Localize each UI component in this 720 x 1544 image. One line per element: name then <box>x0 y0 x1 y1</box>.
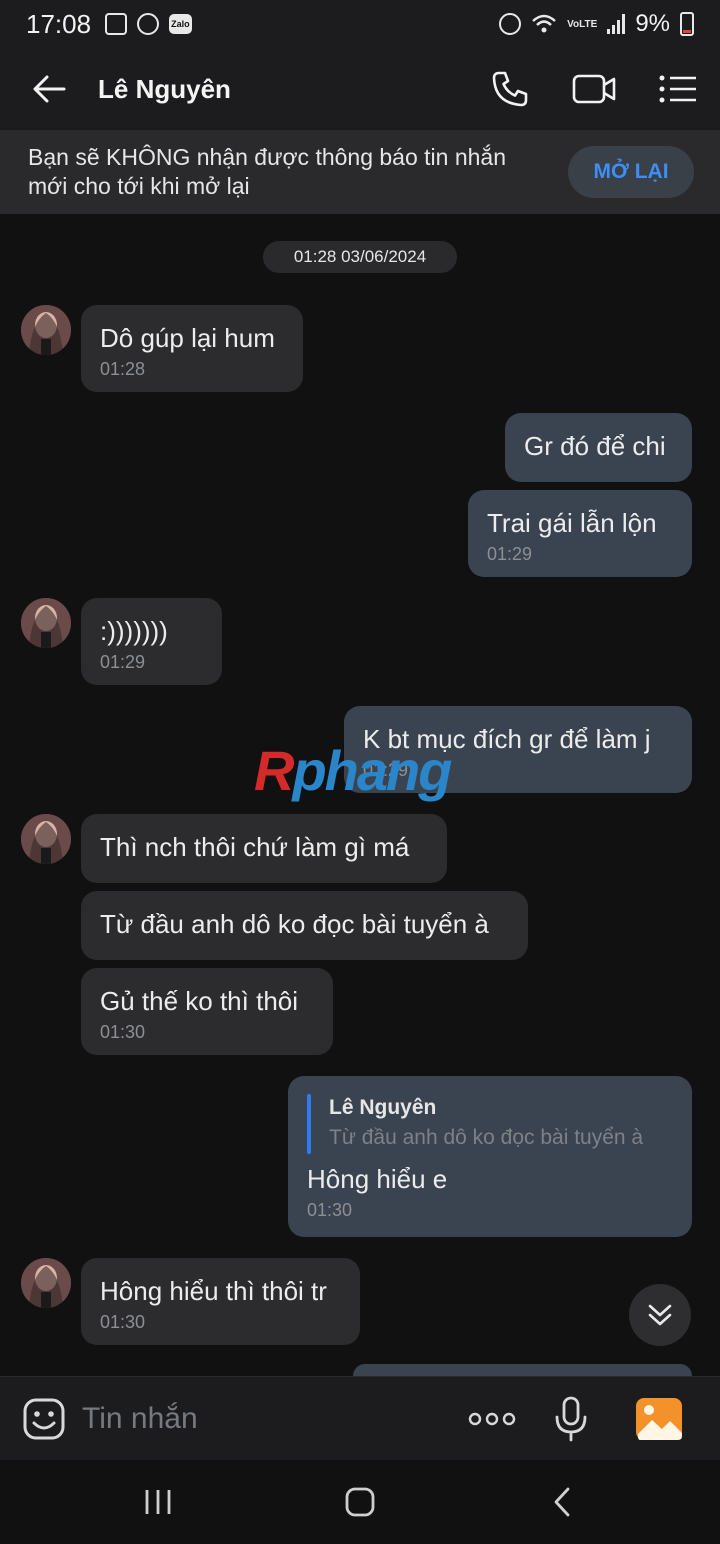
date-separator: 01:28 03/06/2024 <box>263 241 457 273</box>
signal-icon <box>607 14 626 34</box>
muted-notice-text: Bạn sẽ KHÔNG nhận được thông báo tin nhắ… <box>28 144 507 199</box>
message-bubble-partial[interactable] <box>353 1364 692 1376</box>
message-time: 01:30 <box>100 1312 146 1332</box>
recent-apps-icon <box>145 1490 171 1514</box>
back-button[interactable] <box>14 48 84 130</box>
avatar-photo-icon <box>21 305 71 355</box>
system-back-button[interactable] <box>522 1460 602 1544</box>
video-call-button[interactable] <box>552 48 636 130</box>
message-text: Hông hiểu e <box>307 1164 448 1194</box>
message-text: Gr đó để chi <box>524 431 666 461</box>
volte-icon: VoLTE <box>567 18 598 30</box>
sticker-icon[interactable] <box>22 1397 66 1441</box>
scroll-to-bottom-button[interactable] <box>629 1284 691 1346</box>
message-bubble[interactable]: :))))))) 01:29 <box>81 598 222 685</box>
message-input[interactable] <box>82 1401 442 1436</box>
video-call-icon <box>572 74 616 104</box>
message-text: Trai gái lẫn lộn <box>487 508 657 538</box>
chat-header: Lê Nguyên <box>0 48 720 130</box>
battery-icon <box>680 12 694 36</box>
message-text: Thì nch thôi chứ làm gì má <box>100 832 410 862</box>
wifi-icon <box>532 14 556 33</box>
message-bubble[interactable]: Hông hiểu thì thôi tr 01:30 <box>81 1258 360 1345</box>
watermark-logo: Rphang <box>254 739 452 802</box>
message-time: 01:30 <box>100 1022 146 1042</box>
message-time: 01:28 <box>100 359 146 379</box>
home-button[interactable] <box>320 1460 400 1544</box>
muted-notice-banner: Bạn sẽ KHÔNG nhận được thông báo tin nhắ… <box>0 130 720 214</box>
message-text: :))))))) <box>100 616 168 646</box>
quote-bar <box>307 1094 311 1154</box>
message-text: Hông hiểu thì thôi tr <box>100 1276 327 1306</box>
system-nav-bar <box>0 1460 720 1544</box>
message-time: 01:29 <box>100 652 146 672</box>
message-bubble[interactable]: Dô gúp lại hum 01:28 <box>81 305 303 392</box>
zalo-icon: Zalo <box>169 14 192 34</box>
messenger-icon <box>137 13 160 35</box>
message-bubble[interactable]: Gủ thế ko thì thôi 01:30 <box>81 968 333 1055</box>
message-time: 01:30 <box>307 1200 353 1220</box>
recent-apps-button[interactable] <box>118 1460 198 1544</box>
voice-call-button[interactable] <box>468 48 552 130</box>
avatar-photo-icon <box>21 598 71 648</box>
contact-avatar[interactable] <box>21 1258 71 1308</box>
contact-avatar[interactable] <box>21 598 71 648</box>
more-options-button[interactable] <box>462 1389 522 1449</box>
home-icon <box>345 1487 375 1517</box>
avatar-photo-icon <box>21 1258 71 1308</box>
message-bubble[interactable]: Gr đó để chi <box>505 413 692 482</box>
quote-text: Từ đầu anh dô ko đọc bài tuyển à <box>329 1126 644 1149</box>
menu-icon <box>659 75 696 103</box>
message-bubble[interactable]: Trai gái lẫn lộn 01:29 <box>468 490 692 577</box>
message-bubble[interactable]: Từ đầu anh dô ko đọc bài tuyển à <box>81 891 528 960</box>
message-text: Gủ thế ko thì thôi <box>100 986 299 1016</box>
gallery-icon <box>105 13 128 35</box>
message-bubble[interactable]: Thì nch thôi chứ làm gì má <box>81 814 447 883</box>
voice-record-button[interactable] <box>546 1389 596 1449</box>
contact-name[interactable]: Lê Nguyên <box>98 74 231 105</box>
more-icon <box>468 1412 516 1425</box>
status-time: 17:08 <box>26 8 92 39</box>
quoted-message[interactable]: Lê Nguyên Từ đầu anh dô ko đọc bài tuyển… <box>307 1094 673 1154</box>
message-text: Dô gúp lại hum <box>100 323 275 353</box>
battery-percent: 9% <box>635 10 670 37</box>
avatar-photo-icon <box>21 814 71 864</box>
contact-avatar[interactable] <box>21 814 71 864</box>
alarm-icon <box>499 13 522 35</box>
back-arrow-icon <box>33 75 66 103</box>
reply-message-bubble[interactable]: Lê Nguyên Từ đầu anh dô ko đọc bài tuyển… <box>288 1076 692 1237</box>
options-menu-button[interactable] <box>636 48 720 130</box>
image-icon[interactable] <box>634 1394 684 1444</box>
message-text: Từ đầu anh dô ko đọc bài tuyển à <box>100 909 489 939</box>
quote-author: Lê Nguyên <box>329 1096 437 1119</box>
contact-avatar[interactable] <box>21 305 71 355</box>
message-composer <box>0 1376 720 1460</box>
double-chevron-down-icon <box>648 1304 672 1326</box>
status-bar: 17:08 Zalo VoLTE 9% <box>0 0 720 48</box>
message-time: 01:29 <box>487 544 533 564</box>
back-icon <box>554 1487 570 1517</box>
unmute-button[interactable]: MỞ LẠI <box>568 146 694 198</box>
microphone-icon <box>555 1396 587 1441</box>
phone-icon <box>492 71 528 107</box>
